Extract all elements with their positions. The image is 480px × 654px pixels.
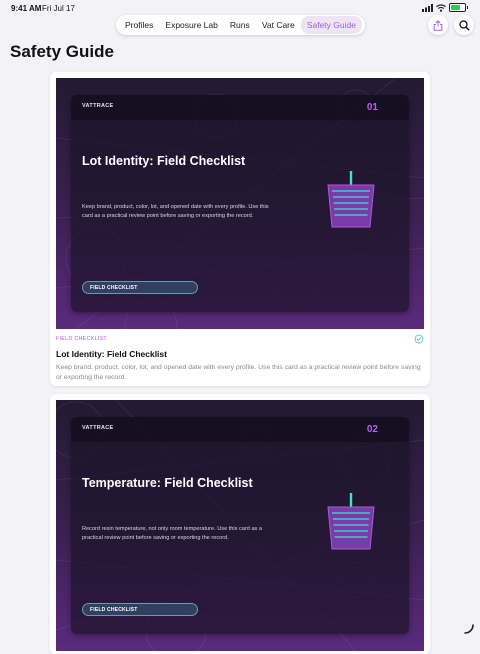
share-icon [433,19,443,31]
card-banner: VATTRACE 02 Temperature: Field Checklist… [56,400,424,651]
card-title: Temperature: Field Checklist [82,476,253,490]
status-time: 9:41 AM [11,4,42,13]
card-inner-panel: VATTRACE 01 Lot Identity: Field Checklis… [71,95,409,312]
card-inner-panel: VATTRACE 02 Temperature: Field Checklist… [71,417,409,634]
card-brand: VATTRACE [82,103,114,109]
signal-icon [422,3,433,12]
checkmark-circle-icon [414,334,424,344]
tab-exposure-lab[interactable]: Exposure Lab [159,16,223,34]
card-number: 02 [366,424,378,435]
share-button[interactable] [428,15,448,35]
card-header-strip [71,417,409,442]
card-description: Record resin temperature, not only room … [82,526,263,541]
status-date: Fri Jul 17 [42,4,75,13]
card-tag: FIELD CHECKLIST [56,336,107,342]
tab-vat-care[interactable]: Vat Care [256,16,301,34]
card-brand: VATTRACE [82,425,114,431]
card-description: Keep brand, product, color, lot, and ope… [82,204,269,219]
card-title: Lot Identity: Field Checklist [82,154,246,168]
wifi-icon [436,3,446,12]
card-pill-badge: FIELD CHECKLIST [82,603,198,616]
status-icons [422,3,468,12]
card-banner: VATTRACE 01 Lot Identity: Field Checklis… [56,78,424,329]
beaker-icon [327,171,375,228]
tab-profiles[interactable]: Profiles [119,16,159,34]
guide-card[interactable]: VATTRACE 01 Lot Identity: Field Checklis… [50,72,430,386]
guide-card[interactable]: VATTRACE 02 Temperature: Field Checklist… [50,394,430,654]
tab-safety-guide[interactable]: Safety Guide [300,16,362,34]
search-icon [458,19,470,31]
page-title: Safety Guide [10,42,114,61]
card-pill-badge: FIELD CHECKLIST [82,281,198,294]
search-button[interactable] [454,15,474,35]
battery-icon [449,3,468,12]
card-meta-description: Keep brand, product, color, lot, and ope… [56,364,421,381]
card-header-strip [71,95,409,120]
status-bar: 9:41 AM Fri Jul 17 [0,0,480,16]
beaker-icon [327,493,375,550]
resize-grabber-icon[interactable] [462,622,474,634]
card-meta-title: Lot Identity: Field Checklist [56,349,167,359]
tab-runs[interactable]: Runs [224,16,256,34]
tab-bar: Profiles Exposure Lab Runs Vat Care Safe… [116,15,365,35]
card-number: 01 [366,102,378,113]
